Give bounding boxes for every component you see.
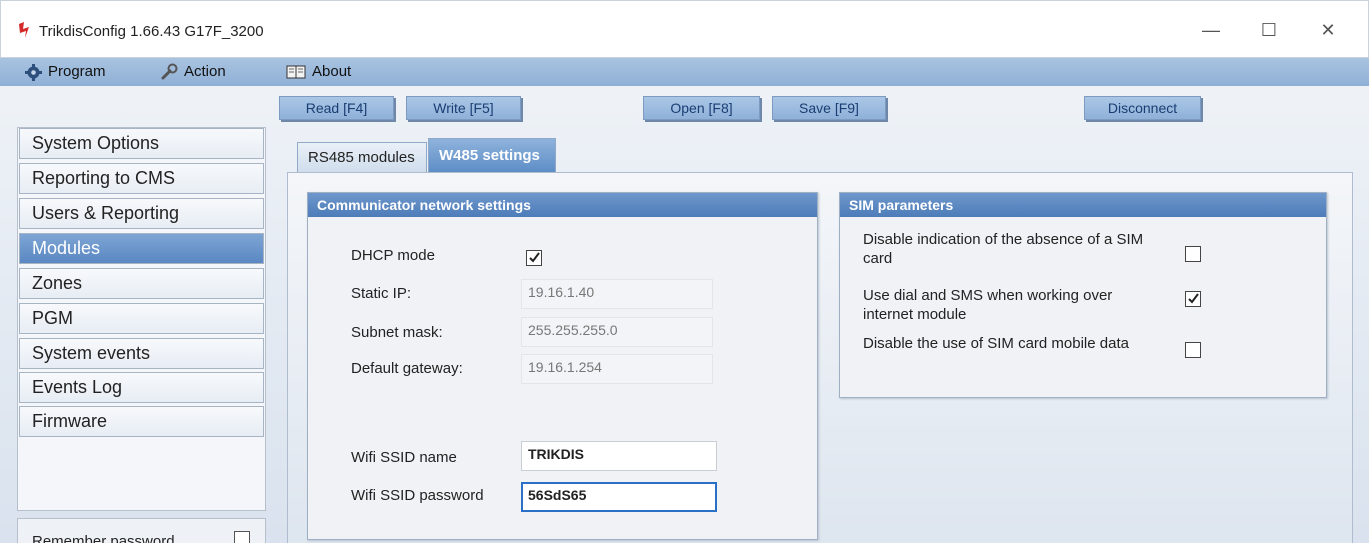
sim-option-dial-sms-label: Use dial and SMS when working over inter…: [863, 287, 1113, 323]
sidebar-item-modules[interactable]: Modules: [19, 233, 264, 264]
menu-action-label: Action: [184, 63, 226, 80]
sim-option-absence-label: Disable indication of the absence of a S…: [863, 231, 1144, 267]
sim-parameters-title: SIM parameters: [840, 193, 1326, 217]
menu-program[interactable]: Program: [25, 61, 106, 83]
menu-about[interactable]: About: [286, 61, 351, 83]
tab-w485-settings[interactable]: W485 settings: [428, 138, 556, 173]
sidebar-item-reporting-to-cms[interactable]: Reporting to CMS: [19, 163, 264, 194]
network-settings-title: Communicator network settings: [308, 193, 817, 217]
sim-absence-checkbox[interactable]: [1185, 246, 1201, 262]
open-button[interactable]: Open [F8]: [643, 96, 760, 120]
network-settings-group: Communicator network settings DHCP mode …: [307, 192, 818, 540]
remember-password-checkbox[interactable]: [234, 531, 250, 543]
write-button[interactable]: Write [F5]: [406, 96, 521, 120]
minimize-button[interactable]: —: [1191, 17, 1231, 43]
sidebar-item-users-reporting[interactable]: Users & Reporting: [19, 198, 264, 229]
checkmark-icon: [529, 252, 540, 263]
title-bar: TrikdisConfig 1.66.43 G17F_3200 — ☐ ✕: [0, 0, 1369, 58]
trikdis-logo-icon: [19, 22, 29, 38]
remember-password-panel: Remember password: [17, 518, 266, 543]
remember-password-label: Remember password: [32, 533, 175, 543]
default-gateway-label: Default gateway:: [351, 360, 463, 377]
sidebar-item-pgm[interactable]: PGM: [19, 303, 264, 334]
sim-mobile-data-checkbox[interactable]: [1185, 342, 1201, 358]
static-ip-label: Static IP:: [351, 285, 412, 302]
menu-about-label: About: [312, 63, 352, 80]
static-ip-field[interactable]: 19.16.1.40: [521, 279, 713, 309]
wifi-ssid-name-field[interactable]: TRIKDIS: [521, 441, 717, 471]
sidebar: System Options Reporting to CMS Users & …: [17, 127, 266, 511]
wifi-ssid-name-label: Wifi SSID name: [351, 449, 457, 466]
wrench-icon: [161, 63, 178, 80]
menu-bar: Program Action About: [0, 58, 1369, 86]
sidebar-item-events-log[interactable]: Events Log: [19, 372, 264, 403]
sim-parameters-group: SIM parameters Disable indication of the…: [839, 192, 1327, 398]
book-icon: [286, 65, 306, 79]
subnet-mask-field[interactable]: 255.255.255.0: [521, 317, 713, 347]
dhcp-mode-label: DHCP mode: [351, 247, 435, 264]
close-button[interactable]: ✕: [1308, 17, 1348, 43]
menu-program-label: Program: [48, 63, 106, 80]
disconnect-button[interactable]: Disconnect: [1084, 96, 1201, 120]
menu-action[interactable]: Action: [160, 61, 226, 83]
checkmark-icon: [1188, 293, 1199, 304]
sim-dial-sms-checkbox[interactable]: [1185, 291, 1201, 307]
read-button[interactable]: Read [F4]: [279, 96, 394, 120]
wifi-ssid-password-label: Wifi SSID password: [351, 487, 484, 504]
window-title: TrikdisConfig 1.66.43 G17F_3200: [39, 23, 264, 40]
tab-rs485-modules[interactable]: RS485 modules: [297, 142, 427, 173]
sidebar-item-system-events[interactable]: System events: [19, 338, 264, 369]
subnet-mask-label: Subnet mask:: [351, 324, 443, 341]
sidebar-item-system-options[interactable]: System Options: [19, 128, 264, 159]
wifi-ssid-password-field[interactable]: 56SdS65: [521, 482, 717, 512]
default-gateway-field[interactable]: 19.16.1.254: [521, 354, 713, 384]
save-button[interactable]: Save [F9]: [772, 96, 886, 120]
dhcp-mode-checkbox[interactable]: [526, 250, 542, 266]
sidebar-item-firmware[interactable]: Firmware: [19, 406, 264, 437]
gear-icon: [25, 63, 42, 81]
sim-option-mobile-data-label: Disable the use of SIM card mobile data: [863, 335, 1129, 352]
maximize-button[interactable]: ☐: [1249, 17, 1289, 43]
sidebar-item-zones[interactable]: Zones: [19, 268, 264, 299]
